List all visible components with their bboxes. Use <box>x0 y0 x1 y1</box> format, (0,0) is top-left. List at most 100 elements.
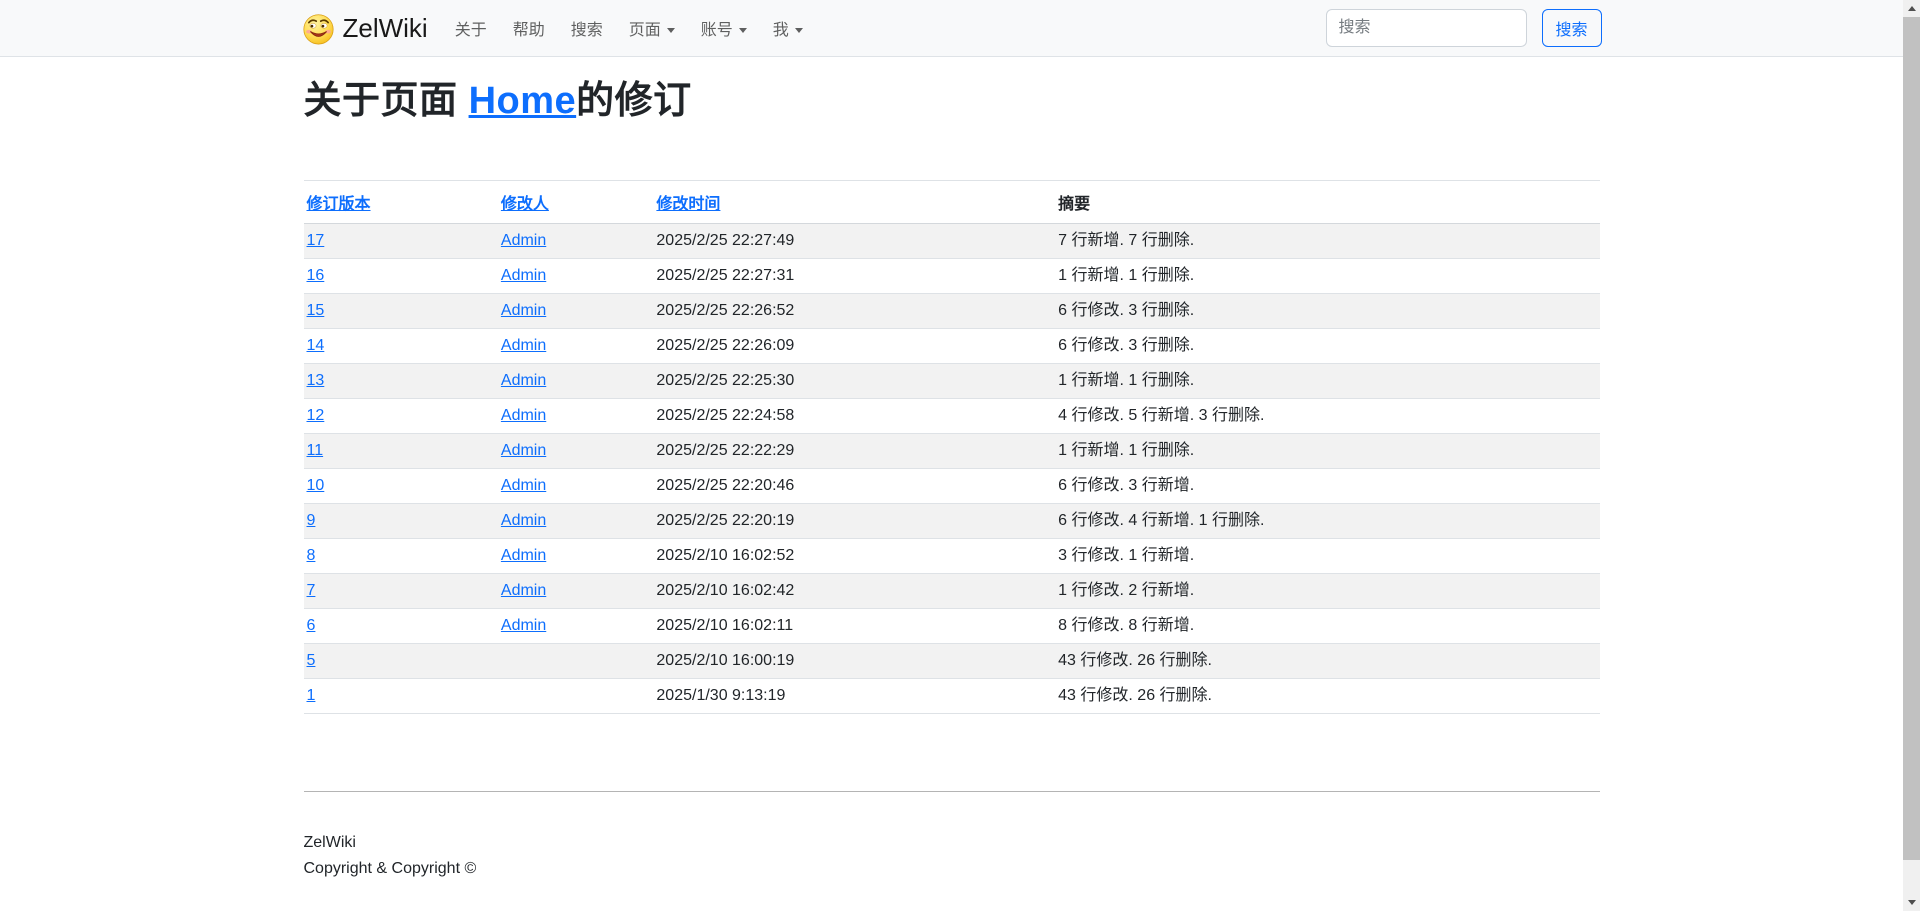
table-row: 11 Admin 2025/2/25 22:22:29 1 行新增. 1 行删除… <box>304 433 1600 468</box>
sort-time-header-link[interactable]: 修改时间 <box>656 196 720 213</box>
page: ZelWiki 关于 帮助 搜索 页面 账号 我 搜索 关于页面 Home的修订 <box>0 0 1903 911</box>
sort-revision-header-link[interactable]: 修订版本 <box>307 196 371 213</box>
author-link[interactable]: Admin <box>501 232 546 249</box>
footer: ZelWiki Copyright & Copyright © <box>0 791 1903 910</box>
revision-time: 2025/2/10 16:02:11 <box>653 608 1055 643</box>
search-group: 搜索 <box>1326 9 1602 47</box>
revision-link[interactable]: 16 <box>307 267 325 284</box>
author-link[interactable]: Admin <box>501 547 546 564</box>
revision-time: 2025/2/25 22:20:46 <box>653 468 1055 503</box>
title-prefix: 关于页面 <box>304 80 469 122</box>
revision-link[interactable]: 5 <box>307 652 316 669</box>
revision-summary: 1 行新增. 1 行删除. <box>1055 363 1599 398</box>
footer-brand: ZelWiki <box>304 830 1600 856</box>
author-link[interactable]: Admin <box>501 337 546 354</box>
revision-time: 2025/2/10 16:02:52 <box>653 538 1055 573</box>
chevron-down-icon <box>739 28 747 33</box>
search-input[interactable] <box>1326 9 1527 47</box>
revisions-table: 修订版本 修改人 修改时间 摘要 17 Admin 2025/2/25 22:2… <box>304 180 1600 714</box>
nav-item-me-label: 我 <box>773 22 789 39</box>
revision-summary: 43 行修改. 26 行删除. <box>1055 643 1599 678</box>
author-link[interactable]: Admin <box>501 407 546 424</box>
table-header-row: 修订版本 修改人 修改时间 摘要 <box>304 180 1600 223</box>
revision-summary: 3 行修改. 1 行新增. <box>1055 538 1599 573</box>
nav-item-pages-dropdown[interactable]: 页面 <box>616 8 688 48</box>
revision-link[interactable]: 6 <box>307 617 316 634</box>
nav-item-search[interactable]: 搜索 <box>558 8 616 48</box>
revision-time: 2025/2/25 22:22:29 <box>653 433 1055 468</box>
revision-link[interactable]: 17 <box>307 232 325 249</box>
revision-time: 2025/2/25 22:24:58 <box>653 398 1055 433</box>
revision-link[interactable]: 7 <box>307 582 316 599</box>
page-title: 关于页面 Home的修订 <box>304 79 1600 125</box>
revision-link[interactable]: 13 <box>307 372 325 389</box>
revision-summary: 1 行修改. 2 行新增. <box>1055 573 1599 608</box>
nav-links: 关于 帮助 搜索 页面 账号 我 <box>442 8 816 48</box>
brand-link[interactable]: ZelWiki <box>302 12 428 45</box>
table-row: 14 Admin 2025/2/25 22:26:09 6 行修改. 3 行删除… <box>304 328 1600 363</box>
nav-item-me-dropdown[interactable]: 我 <box>760 8 816 48</box>
nav-item-help[interactable]: 帮助 <box>500 8 558 48</box>
revision-summary: 4 行修改. 5 行新增. 3 行删除. <box>1055 398 1599 433</box>
revision-time: 2025/2/25 22:25:30 <box>653 363 1055 398</box>
author-link[interactable]: Admin <box>501 302 546 319</box>
author-link[interactable]: Admin <box>501 617 546 634</box>
table-row: 1 2025/1/30 9:13:19 43 行修改. 26 行删除. <box>304 678 1600 713</box>
revision-link[interactable]: 10 <box>307 477 325 494</box>
table-row: 5 2025/2/10 16:00:19 43 行修改. 26 行删除. <box>304 643 1600 678</box>
revision-time: 2025/2/25 22:27:49 <box>653 223 1055 258</box>
footer-divider <box>304 791 1600 792</box>
sort-author-header-link[interactable]: 修改人 <box>501 196 549 213</box>
footer-copyright: Copyright & Copyright © <box>304 856 1600 882</box>
revisions-table-wrap: 修订版本 修改人 修改时间 摘要 17 Admin 2025/2/25 22:2… <box>304 180 1600 714</box>
author-link[interactable]: Admin <box>501 582 546 599</box>
revision-summary: 1 行新增. 1 行删除. <box>1055 433 1599 468</box>
table-row: 15 Admin 2025/2/25 22:26:52 6 行修改. 3 行删除… <box>304 293 1600 328</box>
author-link[interactable]: Admin <box>501 512 546 529</box>
nav-item-about[interactable]: 关于 <box>442 8 500 48</box>
vertical-scrollbar[interactable] <box>1903 0 1920 911</box>
revision-link[interactable]: 12 <box>307 407 325 424</box>
search-button[interactable]: 搜索 <box>1542 9 1602 47</box>
revision-time: 2025/2/25 22:27:31 <box>653 258 1055 293</box>
revision-link[interactable]: 14 <box>307 337 325 354</box>
revision-summary: 6 行修改. 3 行删除. <box>1055 328 1599 363</box>
revision-time: 2025/2/10 16:02:42 <box>653 573 1055 608</box>
scrollbar-thumb[interactable] <box>1903 17 1920 860</box>
revision-link[interactable]: 9 <box>307 512 316 529</box>
revision-summary: 8 行修改. 8 行新增. <box>1055 608 1599 643</box>
author-link[interactable]: Admin <box>501 372 546 389</box>
navbar: ZelWiki 关于 帮助 搜索 页面 账号 我 搜索 <box>0 0 1903 57</box>
table-row: 6 Admin 2025/2/10 16:02:11 8 行修改. 8 行新增. <box>304 608 1600 643</box>
scroll-down-arrow-icon[interactable] <box>1903 894 1920 911</box>
main-content: 关于页面 Home的修订 修订版本 修改人 修改时间 摘要 17 Admin 2… <box>304 79 1600 714</box>
revision-link[interactable]: 11 <box>307 442 324 459</box>
table-row: 12 Admin 2025/2/25 22:24:58 4 行修改. 5 行新增… <box>304 398 1600 433</box>
smiley-emoji-icon <box>302 12 335 45</box>
scroll-up-arrow-icon[interactable] <box>1903 0 1920 17</box>
revision-summary: 7 行新增. 7 行删除. <box>1055 223 1599 258</box>
summary-header: 摘要 <box>1055 180 1599 223</box>
author-link[interactable]: Admin <box>501 267 546 284</box>
table-row: 10 Admin 2025/2/25 22:20:46 6 行修改. 3 行新增… <box>304 468 1600 503</box>
table-row: 7 Admin 2025/2/10 16:02:42 1 行修改. 2 行新增. <box>304 573 1600 608</box>
revision-time: 2025/1/30 9:13:19 <box>653 678 1055 713</box>
revision-summary: 1 行新增. 1 行删除. <box>1055 258 1599 293</box>
author-link[interactable]: Admin <box>501 477 546 494</box>
table-row: 8 Admin 2025/2/10 16:02:52 3 行修改. 1 行新增. <box>304 538 1600 573</box>
home-page-link[interactable]: Home <box>469 80 577 122</box>
revision-link[interactable]: 8 <box>307 547 316 564</box>
table-row: 16 Admin 2025/2/25 22:27:31 1 行新增. 1 行删除… <box>304 258 1600 293</box>
chevron-down-icon <box>667 28 675 33</box>
author-link[interactable]: Admin <box>501 442 546 459</box>
table-row: 9 Admin 2025/2/25 22:20:19 6 行修改. 4 行新增.… <box>304 503 1600 538</box>
chevron-down-icon <box>795 28 803 33</box>
nav-item-account-dropdown[interactable]: 账号 <box>688 8 760 48</box>
title-suffix: 的修订 <box>576 80 692 122</box>
table-row: 13 Admin 2025/2/25 22:25:30 1 行新增. 1 行删除… <box>304 363 1600 398</box>
nav-item-pages-label: 页面 <box>629 22 661 39</box>
revision-link[interactable]: 15 <box>307 302 325 319</box>
nav-item-account-label: 账号 <box>701 22 733 39</box>
brand-label: ZelWiki <box>343 13 428 44</box>
revision-link[interactable]: 1 <box>307 687 316 704</box>
